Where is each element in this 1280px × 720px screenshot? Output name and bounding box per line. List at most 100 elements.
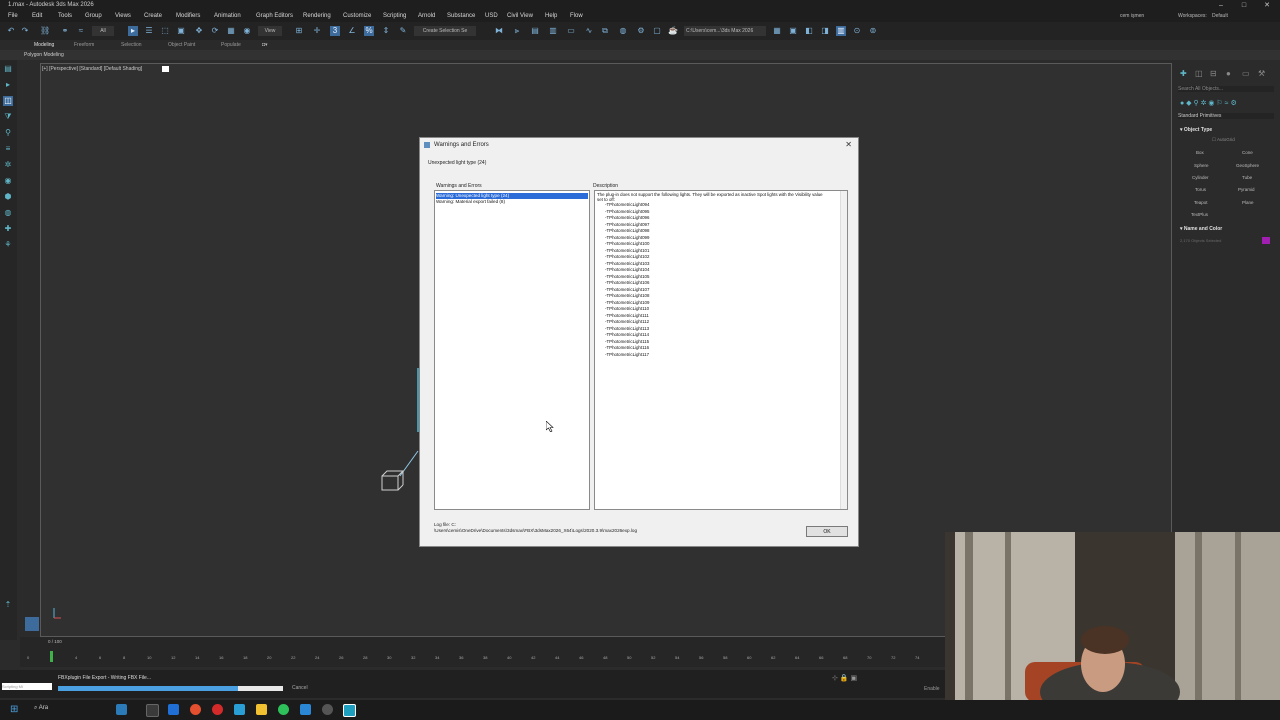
hierarchy-tab-icon[interactable]: ⊟ [1210,69,1217,78]
menu-modifiers[interactable]: Modifiers [176,13,200,19]
close-icon[interactable]: ✕ [845,140,852,149]
reference-coordinate-dropdown[interactable]: View [258,26,282,36]
menu-graph-editors[interactable]: Graph Editors [256,13,293,19]
selection-filter-dropdown[interactable]: All [92,26,114,36]
viewport-nav-icons[interactable]: ⊹ 🔒 ▣ [832,674,857,682]
menu-arnold[interactable]: Arnold [418,13,435,19]
viewport-layout-icon[interactable]: ▥ [836,26,846,36]
search-objects-input[interactable]: Search All Objects... [1178,86,1274,92]
display-tab-icon[interactable]: ▭ [1242,69,1250,78]
settings-icon[interactable]: ⊙ [852,26,862,36]
mirror-icon[interactable]: ⧓ [494,26,504,36]
select-icon[interactable]: ▸ [3,80,13,90]
move-icon[interactable]: ✥ [194,26,204,36]
textplus-button[interactable]: TextPlus [1191,212,1208,217]
view-mode-icon[interactable] [25,617,39,631]
3dsmax-taskbar-icon[interactable] [343,704,356,717]
create-tab-icon[interactable]: ✚ [1180,69,1187,78]
desktop-icon[interactable] [146,704,159,717]
menu-create[interactable]: Create [144,13,162,19]
menu-customize[interactable]: Customize [343,13,371,19]
render-setup-icon[interactable]: ⚙ [636,26,646,36]
ribbon-options-icon[interactable]: ◘▾ [262,42,268,48]
menu-rendering[interactable]: Rendering [303,13,331,19]
menu-group[interactable]: Group [85,13,102,19]
category-dropdown[interactable]: Standard Primitives [1178,113,1274,119]
bones-icon[interactable]: ⚘ [3,240,13,250]
set-project-icon[interactable]: ▣ [788,26,798,36]
menu-flow[interactable]: Flow [570,13,583,19]
select-manipulate-icon[interactable]: ✛ [312,26,322,36]
enable-label[interactable]: Enable [924,686,940,692]
time-ruler[interactable]: 0246810121416182022242628303234363840424… [27,650,945,662]
user-account[interactable]: cem işmen [1120,13,1144,19]
toggle-layer-explorer-icon[interactable]: ▥ [548,26,558,36]
menu-civil-view[interactable]: Civil View [507,13,533,19]
lights-icon[interactable]: ✲ [3,160,13,170]
select-by-name-icon[interactable]: ☰ [144,26,154,36]
tab-object-paint[interactable]: Object Paint [168,42,195,48]
tab-freeform[interactable]: Freeform [74,42,94,48]
filter-icon[interactable]: ⧩ [3,112,13,122]
edge-icon[interactable] [168,704,179,715]
cylinder-button[interactable]: Cylinder [1192,175,1209,180]
telegram-icon[interactable] [300,704,311,715]
geosphere-button[interactable]: GeoSphere [1236,163,1259,168]
motion-tab-icon[interactable]: ● [1226,69,1231,78]
rotate-icon[interactable]: ⟳ [210,26,220,36]
shapes-icon[interactable]: ◍ [3,208,13,218]
edit-named-sets-icon[interactable]: ✎ [398,26,408,36]
viewport-label[interactable]: [+] [Perspective] [Standard] [Default Sh… [42,66,142,72]
menu-views[interactable]: Views [115,13,131,19]
menu-edit[interactable]: Edit [32,13,42,19]
menu-file[interactable]: File [8,13,18,19]
place-icon[interactable]: ◉ [242,26,252,36]
cancel-button[interactable]: Cancel [292,685,308,691]
link-icon[interactable]: ⛓ [40,26,50,36]
sphere-button[interactable]: Sphere [1194,163,1209,168]
ribbon-toggle-icon[interactable]: ▭ [566,26,576,36]
opera-icon[interactable] [212,704,223,715]
toggle-scene-explorer-icon[interactable]: ▤ [530,26,540,36]
hierarchy-icon[interactable]: ⚲ [3,128,13,138]
pyramid-button[interactable]: Pyramid [1238,187,1255,192]
box-button[interactable]: Box [1196,150,1204,155]
undo-icon[interactable]: ↶ [6,26,16,36]
project-path-dropdown[interactable]: C:\Users\cem...\3ds Max 2026 [684,26,766,36]
menu-help[interactable]: Help [545,13,557,19]
scale-icon[interactable]: ▦ [226,26,236,36]
menu-tools[interactable]: Tools [58,13,72,19]
time-slider-handle[interactable] [50,651,53,662]
list-item[interactable]: Warning: Material export failed (8) [436,199,588,205]
modify-tab-icon[interactable]: ◫ [1195,69,1203,78]
frame-counter[interactable]: 0 / 100 [48,639,62,644]
object-color-swatch[interactable] [1262,237,1270,244]
torus-button[interactable]: Torus [1195,187,1206,192]
layer-icon[interactable]: ◧ [804,26,814,36]
edge-dev-icon[interactable] [234,704,245,715]
cone-button[interactable]: Cone [1242,150,1253,155]
menu-animation[interactable]: Animation [214,13,241,19]
menu-scripting[interactable]: Scripting [383,13,406,19]
align-icon[interactable]: ⫸ [512,26,522,36]
plane-button[interactable]: Plane [1242,200,1254,205]
taskbar-search[interactable]: ⌕ Ara [34,705,48,712]
display-icon[interactable]: ◫ [3,96,13,106]
arnold-icon[interactable]: ⊚ [868,26,878,36]
description-scrollbar[interactable] [840,191,847,509]
minimize-button[interactable]: – [1210,0,1232,11]
curve-editor-icon[interactable]: ∿ [584,26,594,36]
tab-selection[interactable]: Selection [121,42,142,48]
menu-substance[interactable]: Substance [447,13,475,19]
geometry-icon[interactable]: ⬢ [3,192,13,202]
rendered-frame-icon[interactable]: ▢ [652,26,662,36]
window-crossing-icon[interactable]: ▣ [176,26,186,36]
ok-button[interactable]: OK [806,526,848,537]
steam-icon[interactable] [322,704,333,715]
bind-spacewarp-icon[interactable]: ≈ [76,26,86,36]
unlink-icon[interactable]: ⚭ [60,26,70,36]
cameras-icon[interactable]: ◉ [3,176,13,186]
task-view-icon[interactable] [116,704,127,715]
menu-usd[interactable]: USD [485,13,498,19]
pivot-icon[interactable]: ⊞ [294,26,304,36]
